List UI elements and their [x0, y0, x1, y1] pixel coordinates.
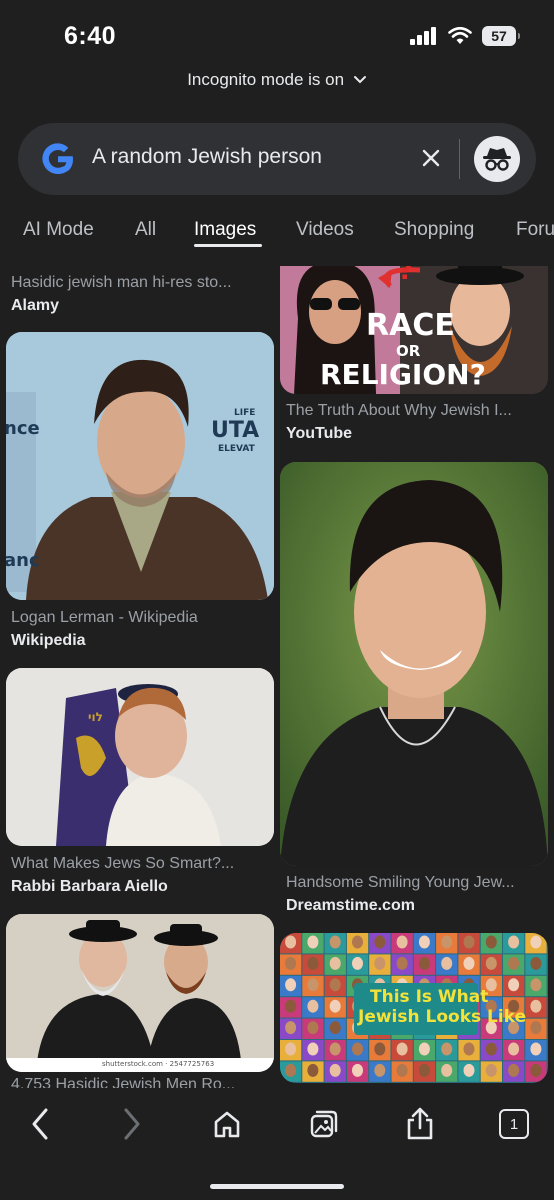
result-caption: Hasidic jewish man hi-res sto... — [11, 274, 232, 291]
status-time: 6:40 — [64, 22, 117, 50]
tab-ai-mode[interactable]: AI Mode — [23, 219, 94, 241]
image-results: Hasidic jewish man hi-res sto... Alamy n… — [0, 266, 554, 1088]
result-image[interactable] — [280, 462, 548, 866]
result-card[interactable]: nce LIFE UTA ELEVAT anc Logan Lerman - W… — [6, 332, 274, 649]
tab-images[interactable]: Images — [194, 219, 256, 241]
result-source: Wikipedia — [11, 632, 86, 649]
result-caption: What Makes Jews So Smart?... — [11, 855, 235, 872]
search-bar[interactable]: A random Jewish person — [18, 123, 536, 195]
watermark-text: shutterstock.com · 2547725763 — [102, 1060, 215, 1068]
search-input[interactable]: A random Jewish person — [92, 145, 322, 169]
result-caption: 4,753 Hasidic Jewish Men Ro... — [11, 1076, 236, 1088]
result-source: Dreamstime.com — [286, 897, 415, 914]
image-text: RELIGION? — [320, 358, 486, 391]
result-source: YouTube — [286, 425, 353, 442]
share-icon — [407, 1107, 433, 1140]
clear-icon — [422, 149, 440, 167]
lens-gallery-button[interactable] — [304, 1104, 344, 1144]
tabs-icon: 1 — [499, 1109, 529, 1139]
image-text: LIFE — [234, 408, 256, 418]
result-source: Alamy — [11, 297, 60, 314]
result-caption: Logan Lerman - Wikipedia — [11, 609, 198, 626]
gallery-icon — [310, 1110, 338, 1138]
search-tabs: AI Mode All Images Videos Shopping Foru — [0, 215, 554, 255]
tab-count: 1 — [509, 1115, 519, 1133]
result-image[interactable]: ? RACE OR RELIGION? — [280, 266, 548, 394]
result-source: Rabbi Barbara Aiello — [11, 878, 168, 895]
result-card[interactable]: Handsome Smiling Young Jew... Dreamstime… — [280, 462, 548, 917]
result-card[interactable]: shutterstock.com · 2547725763 4,753 Hasi… — [6, 914, 274, 1088]
result-image[interactable]: nce LIFE UTA ELEVAT anc — [6, 332, 274, 600]
back-button[interactable] — [20, 1104, 60, 1144]
image-text: nce — [6, 418, 40, 439]
tabs-button[interactable]: 1 — [494, 1104, 534, 1144]
incognito-banner-label: Incognito mode is on — [187, 70, 345, 89]
search-divider — [459, 139, 460, 179]
google-logo — [42, 143, 74, 175]
image-text: UTA — [211, 418, 260, 443]
forward-icon — [124, 1108, 140, 1140]
smiling-young-man-image — [280, 462, 548, 866]
result-caption: The Truth About Why Jewish I... — [286, 402, 512, 419]
portrait-image — [6, 332, 274, 600]
clear-button[interactable] — [416, 143, 446, 173]
image-text: Jewish Looks Like — [358, 1007, 527, 1027]
result-card[interactable]: ? RACE OR RELIGION? The Truth About Why … — [280, 266, 548, 446]
back-icon — [32, 1108, 48, 1140]
image-text: ELEVAT — [218, 444, 255, 454]
active-tab-indicator — [194, 244, 262, 247]
result-card[interactable]: לוי What Makes Jews So Smart?... Rabbi B… — [6, 668, 274, 898]
incognito-avatar[interactable] — [474, 136, 520, 182]
home-icon — [214, 1111, 240, 1138]
image-text: RACE — [366, 308, 455, 343]
chevron-down-icon — [353, 76, 366, 84]
share-button[interactable] — [400, 1104, 440, 1144]
image-text: anc — [6, 550, 40, 571]
hasidic-men-image — [6, 914, 274, 1072]
boy-torah-image — [6, 668, 274, 846]
incognito-icon — [483, 148, 511, 171]
incognito-banner[interactable]: Incognito mode is on — [0, 70, 554, 90]
status-icons: 57 — [410, 26, 520, 46]
forward-button[interactable] — [112, 1104, 152, 1144]
home-button[interactable] — [207, 1104, 247, 1144]
tab-all[interactable]: All — [135, 219, 156, 241]
result-caption: Handsome Smiling Young Jew... — [286, 874, 515, 891]
battery-icon: 57 — [482, 26, 520, 46]
image-text: This Is What — [370, 987, 489, 1007]
signal-icon — [410, 27, 436, 45]
tab-forums[interactable]: Foru — [516, 219, 554, 241]
result-card[interactable]: Hasidic jewish man hi-res sto... Alamy — [0, 266, 277, 322]
tab-videos[interactable]: Videos — [296, 219, 354, 241]
result-image[interactable]: לוי — [6, 668, 274, 846]
result-image[interactable]: shutterstock.com · 2547725763 — [6, 914, 274, 1072]
wifi-icon — [448, 27, 472, 44]
result-image[interactable]: This Is What Jewish Looks Like — [280, 933, 548, 1083]
tab-shopping[interactable]: Shopping — [394, 219, 474, 241]
image-text: לוי — [88, 710, 103, 724]
home-indicator — [210, 1184, 344, 1189]
result-card[interactable]: This Is What Jewish Looks Like — [280, 933, 548, 1083]
image-text: ? — [398, 266, 414, 286]
